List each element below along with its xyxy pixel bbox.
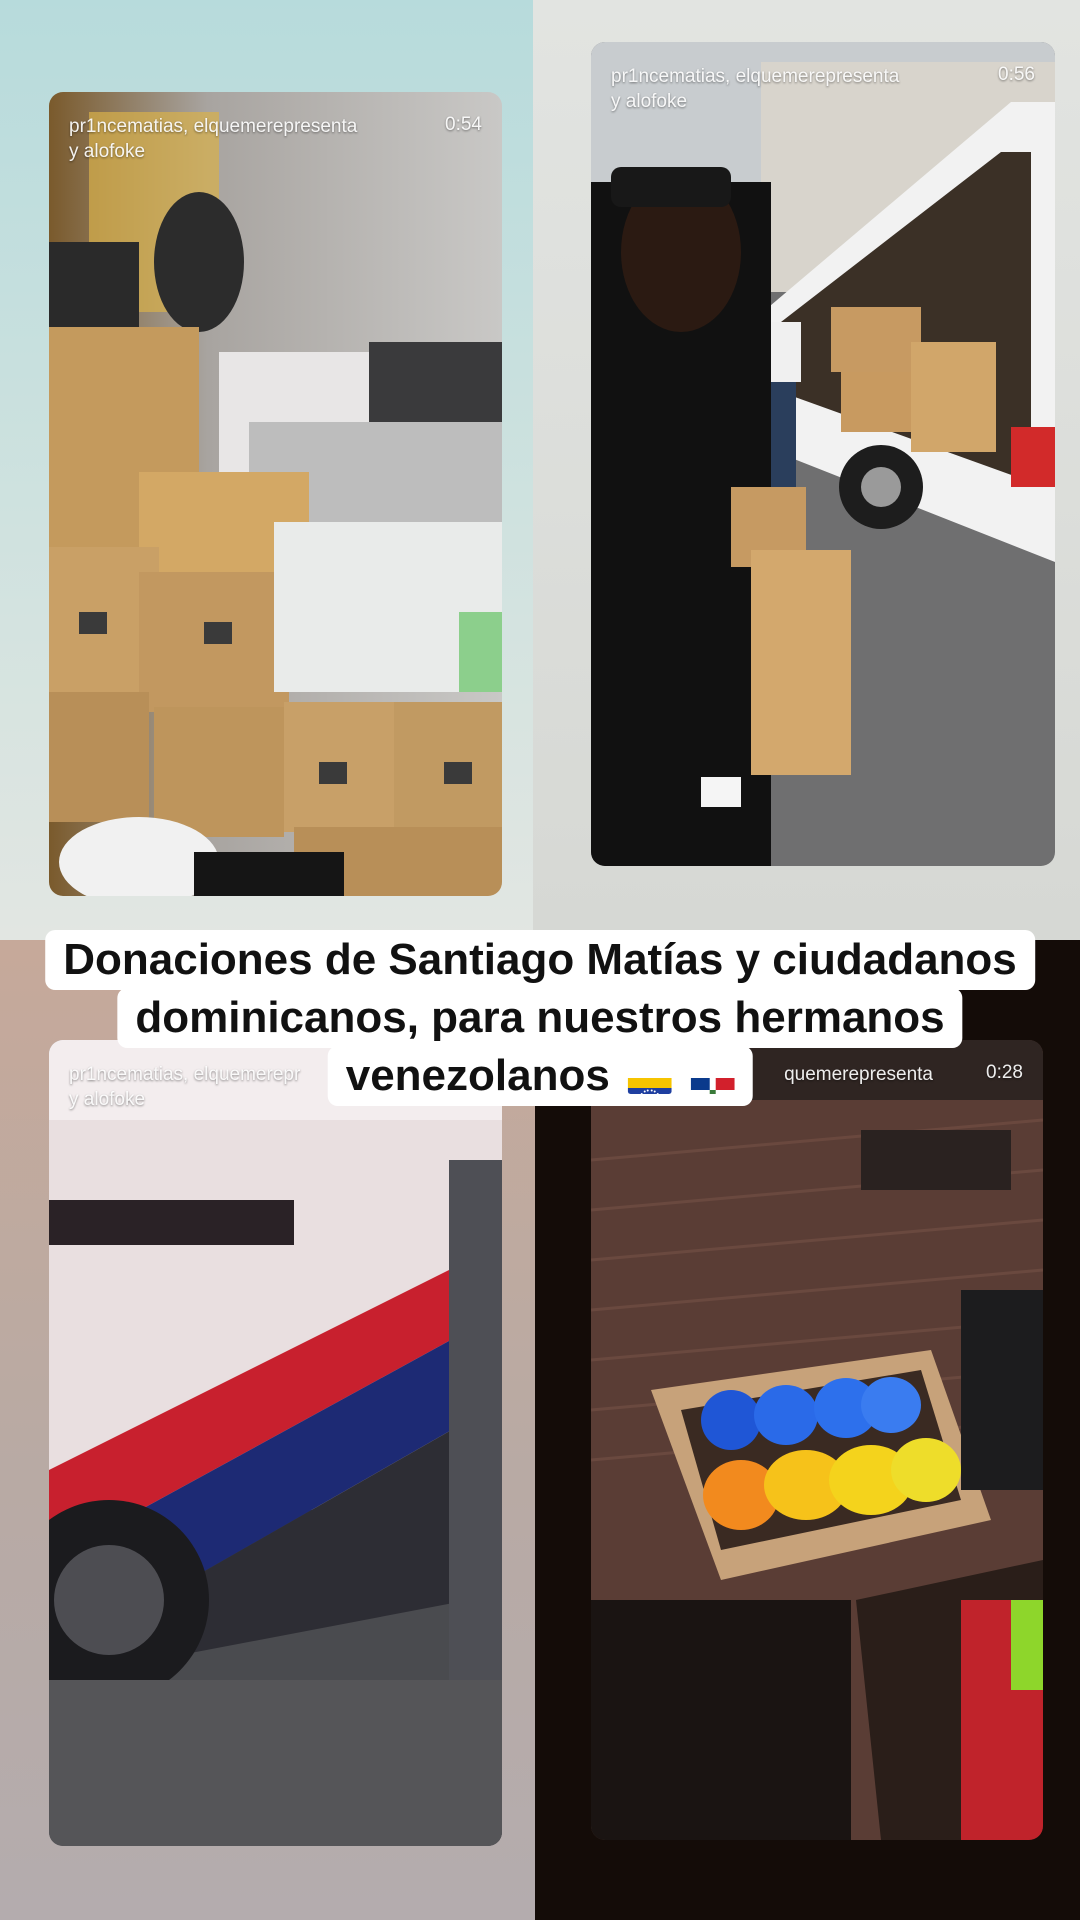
dominican-republic-flag-icon	[690, 1064, 735, 1094]
caption-line-3-text: venezolanos	[345, 1051, 610, 1100]
video-duration: 0:28	[986, 1062, 1023, 1083]
video-thumbnail-van	[49, 1040, 502, 1846]
video-thumbnail-warehouse	[49, 92, 502, 896]
video-usernames: pr1ncematias, elquemerepresenta y alofok…	[611, 66, 900, 112]
video-duration: 0:56	[998, 64, 1035, 85]
video-card-van[interactable]: pr1ncematias, elquemerepr y alofoke	[49, 1040, 502, 1846]
video-card-donations-warehouse[interactable]: pr1ncematias, elquemerepresenta y alofok…	[49, 92, 502, 896]
video-card-loading-truck[interactable]: pr1ncematias, elquemerepresenta y alofok…	[591, 42, 1055, 866]
video-duration: 0:54	[445, 114, 482, 135]
video-thumbnail-helmets	[591, 1040, 1043, 1840]
video-card-helmets[interactable]: quemerepresenta 0:28	[591, 1040, 1043, 1840]
venezuela-flag-icon	[628, 1064, 673, 1094]
video-usernames: quemerepresenta	[784, 1064, 933, 1085]
video-usernames: pr1ncematias, elquemerepresenta y alofok…	[69, 116, 358, 162]
caption-line-3: venezolanos	[327, 1046, 753, 1106]
caption-line-1: Donaciones de Santiago Matías y ciudadan…	[45, 930, 1035, 990]
caption-line-2: dominicanos, para nuestros hermanos	[117, 988, 963, 1048]
video-thumbnail-truck	[591, 42, 1055, 866]
